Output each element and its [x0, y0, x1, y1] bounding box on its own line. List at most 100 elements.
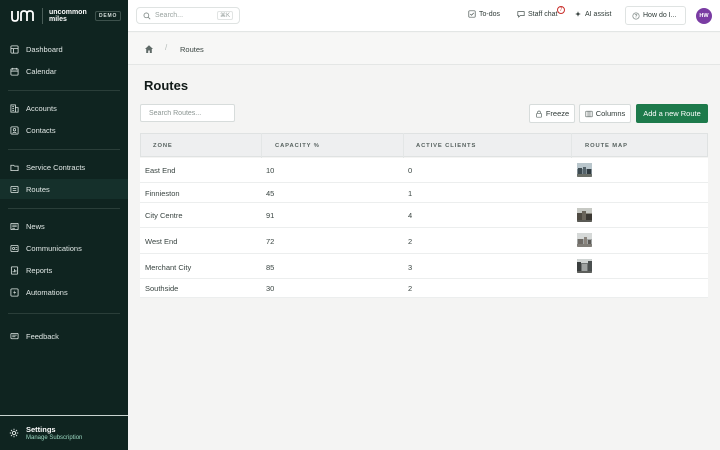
sidebar-item-news[interactable]: News	[0, 216, 128, 236]
sidebar: uncommon miles DEMO Dashboard Calendar A…	[0, 0, 128, 450]
active-clients-cell: 4	[408, 211, 413, 220]
capacity-cell: 91	[266, 211, 275, 220]
freeze-label: Freeze	[545, 109, 570, 118]
column-header-capacity[interactable]: CAPACITY %	[275, 134, 320, 158]
route-map-thumbnail[interactable]	[577, 163, 592, 177]
columns-button[interactable]: Columns	[579, 104, 631, 123]
table-header: ZONE CAPACITY % ACTIVE CLIENTS ROUTE MAP	[140, 133, 708, 157]
route-map-thumbnail[interactable]	[577, 208, 592, 222]
settings-title: Settings	[26, 424, 56, 434]
zone-cell: Finnieston	[145, 189, 180, 198]
global-search[interactable]: Search... ⌘K	[136, 7, 240, 24]
brand-name: uncommon miles	[49, 9, 93, 24]
table-row[interactable]: West End 72 2	[140, 228, 708, 254]
news-icon	[9, 221, 19, 231]
active-clients-cell: 1	[408, 189, 413, 198]
table-row[interactable]: Southside 30 2	[140, 279, 708, 298]
ai-assist-button[interactable]: AI assist	[574, 10, 611, 18]
dashboard-icon	[9, 44, 19, 54]
search-shortcut: ⌘K	[216, 11, 233, 20]
sidebar-item-automations[interactable]: Automations	[0, 282, 128, 302]
capacity-cell: 10	[266, 166, 275, 175]
sidebar-divider	[8, 313, 120, 314]
route-map-image	[577, 208, 592, 222]
sparkle-icon	[575, 11, 581, 17]
search-icon	[143, 12, 151, 19]
capacity-cell: 72	[266, 237, 275, 246]
sidebar-item-reports[interactable]: Reports	[0, 260, 128, 280]
calendar-icon	[9, 66, 19, 76]
staff-chat-button[interactable]: Staff chat	[517, 10, 557, 18]
feedback-icon	[9, 331, 19, 341]
help-label: How do I...	[643, 12, 677, 19]
add-route-button[interactable]: Add a new Route	[636, 104, 708, 123]
sidebar-item-routes[interactable]: Routes	[0, 179, 128, 199]
sidebar-item-calendar[interactable]: Calendar	[0, 61, 128, 81]
contact-icon	[9, 125, 19, 135]
zone-cell: West End	[145, 237, 178, 246]
routes-search-input[interactable]	[140, 104, 235, 122]
manage-subscription-link[interactable]: Manage Subscription	[26, 434, 82, 442]
route-map-thumbnail[interactable]	[577, 233, 592, 247]
brand-name-line1: uncommon	[49, 8, 87, 16]
help-icon	[632, 11, 640, 20]
active-clients-cell: 2	[408, 284, 413, 293]
table-row[interactable]: Finnieston 45 1	[140, 183, 708, 203]
todos-label: To-dos	[479, 10, 501, 18]
staff-chat-label: Staff chat	[528, 10, 558, 18]
logo-icon	[11, 10, 34, 22]
table-row[interactable]: City Centre 91 4	[140, 203, 708, 228]
column-header-active-clients[interactable]: ACTIVE CLIENTS	[416, 134, 476, 158]
sidebar-item-label: Calendar	[26, 66, 57, 76]
sidebar-item-label: Service Contracts	[26, 162, 86, 172]
sidebar-item-contacts[interactable]: Contacts	[0, 120, 128, 140]
sidebar-item-dashboard[interactable]: Dashboard	[0, 39, 128, 59]
column-header-route-map[interactable]: ROUTE MAP	[585, 134, 628, 158]
sidebar-divider	[8, 208, 120, 209]
table-row[interactable]: Merchant City 85 3	[140, 254, 708, 279]
lock-icon	[536, 110, 542, 118]
sidebar-item-label: Automations	[26, 287, 68, 297]
brand-logo[interactable]: uncommon miles	[10, 7, 93, 25]
active-clients-cell: 3	[408, 263, 413, 272]
sidebar-divider	[8, 149, 120, 150]
settings-link[interactable]: Settings Manage Subscription	[0, 415, 128, 450]
todos-button[interactable]: To-dos	[468, 10, 500, 18]
active-clients-cell: 2	[408, 237, 413, 246]
search-placeholder: Search...	[155, 12, 184, 19]
route-map-image	[577, 259, 592, 273]
table-row[interactable]: East End 10 0	[140, 158, 708, 183]
sidebar-item-label: Accounts	[26, 103, 57, 113]
sidebar-item-accounts[interactable]: Accounts	[0, 98, 128, 118]
help-button[interactable]: How do I...	[625, 6, 686, 25]
freeze-button[interactable]: Freeze	[529, 104, 575, 123]
brand-divider	[42, 8, 43, 24]
breadcrumb: / Routes	[128, 33, 720, 65]
ai-assist-label: AI assist	[585, 10, 612, 18]
sidebar-item-label: Contacts	[26, 125, 56, 135]
route-map-thumbnail[interactable]	[577, 259, 592, 273]
routes-icon	[9, 184, 19, 194]
zone-cell: East End	[145, 166, 176, 175]
staff-chat-count-badge: 7	[557, 6, 565, 14]
gear-icon	[9, 428, 19, 438]
folder-icon	[9, 162, 19, 172]
sidebar-divider	[8, 90, 120, 91]
user-avatar[interactable]: HW	[696, 8, 712, 24]
column-header-zone[interactable]: ZONE	[153, 134, 173, 158]
zone-cell: City Centre	[145, 211, 183, 220]
demo-badge: DEMO	[95, 11, 122, 21]
building-icon	[9, 103, 19, 113]
automations-icon	[9, 287, 19, 297]
reports-icon	[9, 265, 19, 275]
columns-icon	[585, 110, 593, 117]
sidebar-item-service-contracts[interactable]: Service Contracts	[0, 157, 128, 177]
brand-name-line2: miles	[49, 16, 67, 23]
checkbox-icon	[468, 10, 476, 18]
breadcrumb-routes[interactable]: Routes	[180, 45, 204, 54]
route-map-image	[577, 163, 592, 177]
sidebar-item-communications[interactable]: Communications	[0, 238, 128, 258]
home-icon[interactable]	[144, 44, 154, 54]
sidebar-item-feedback[interactable]: Feedback	[0, 326, 128, 346]
sidebar-item-label: Feedback	[26, 331, 59, 341]
